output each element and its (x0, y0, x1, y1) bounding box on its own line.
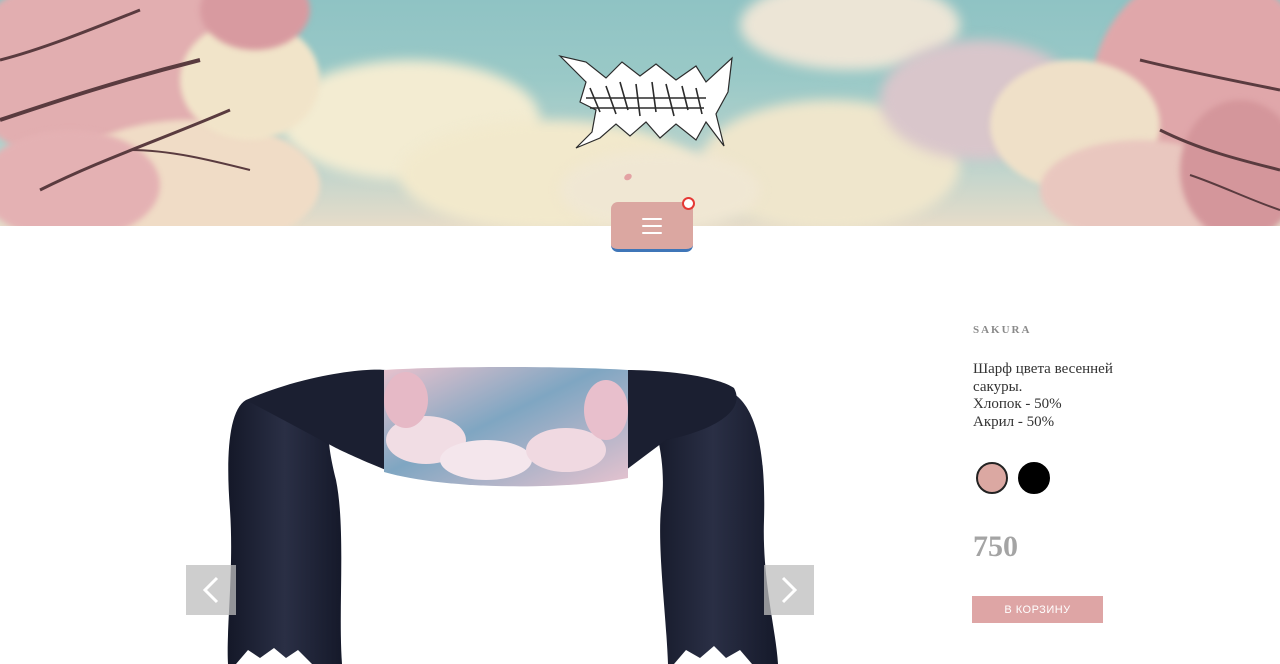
product-name: SAKURA (973, 324, 1032, 336)
chevron-left-icon (202, 576, 219, 604)
header-banner (0, 0, 1280, 226)
product-image (186, 330, 814, 664)
hamburger-icon (642, 217, 662, 234)
description-line: Шарф цвета весенней (973, 361, 1113, 377)
product-description: Шарф цвета весенней сакуры. Хлопок - 50%… (973, 361, 1143, 431)
notification-badge (682, 197, 695, 210)
gallery-next-button[interactable] (764, 565, 814, 615)
chevron-right-icon (781, 576, 798, 604)
menu-button[interactable] (611, 197, 695, 252)
gallery-prev-button[interactable] (186, 565, 236, 615)
color-swatch-pink[interactable] (976, 462, 1008, 494)
color-swatch-black[interactable] (1018, 462, 1050, 494)
product-price: 750 (973, 530, 1018, 563)
description-line: Хлопок - 50% (973, 396, 1062, 412)
brand-logo[interactable] (556, 52, 734, 152)
description-line: сакуры. (973, 378, 1023, 395)
description-line: Акрил - 50% (973, 413, 1055, 430)
add-to-cart-button[interactable]: В КОРЗИНУ (972, 596, 1103, 623)
